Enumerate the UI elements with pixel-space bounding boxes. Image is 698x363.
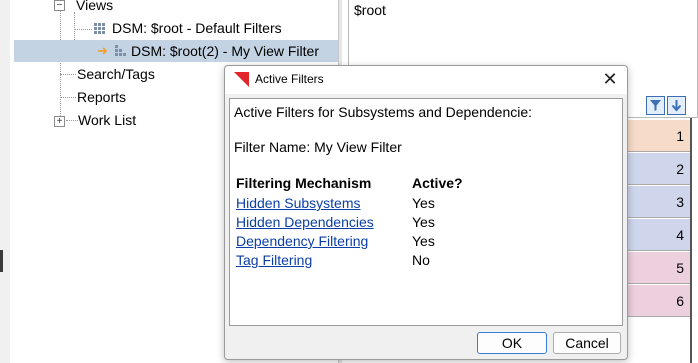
dialog-content: Active Filters for Subsystems and Depend… bbox=[229, 98, 623, 326]
tree-line bbox=[60, 74, 76, 75]
active-value: Yes bbox=[412, 195, 435, 211]
matrix-row-header[interactable]: 4 bbox=[622, 219, 690, 251]
link-hidden-subsystems[interactable]: Hidden Subsystems bbox=[236, 195, 361, 211]
tree-item-label: Views bbox=[76, 0, 114, 13]
matrix-cell-area bbox=[692, 118, 698, 363]
app-logo-icon bbox=[234, 72, 249, 87]
matrix-row-header[interactable]: 5 bbox=[622, 252, 690, 284]
cancel-button[interactable]: Cancel bbox=[553, 332, 621, 354]
column-header-active: Active? bbox=[412, 175, 463, 191]
tree-item-label: Search/Tags bbox=[77, 66, 155, 82]
current-arrow-icon: ➜ bbox=[97, 43, 108, 58]
tree-item-label: Reports bbox=[77, 89, 127, 105]
tree-item-label: Work List bbox=[78, 112, 137, 128]
matrix-row-header[interactable]: 3 bbox=[622, 186, 690, 218]
filter-name-text: Filter Name: My View Filter bbox=[234, 139, 402, 155]
ok-button[interactable]: OK bbox=[477, 332, 547, 354]
matrix-row-header[interactable]: 6 bbox=[622, 285, 690, 317]
tree-item-label: DSM: $root - Default Filters bbox=[112, 20, 282, 36]
dialog-title: Active Filters bbox=[255, 72, 324, 86]
filter-button[interactable] bbox=[646, 96, 665, 115]
dialog-heading: Active Filters for Subsystems and Depend… bbox=[234, 104, 533, 120]
arrow-down-filter-icon bbox=[671, 100, 682, 112]
tree-line bbox=[74, 29, 92, 30]
active-value: No bbox=[412, 252, 430, 268]
tree-item-label: DSM: $root(2) - My View Filter bbox=[131, 43, 319, 59]
matrix-row-header[interactable]: 2 bbox=[622, 153, 690, 185]
root-label: $root bbox=[354, 2, 386, 18]
tree-line bbox=[60, 6, 61, 124]
dsm-filtered-grid-icon bbox=[115, 45, 127, 57]
left-edge-strip bbox=[0, 0, 10, 363]
link-hidden-dependencies[interactable]: Hidden Dependencies bbox=[236, 214, 374, 230]
tree-line bbox=[60, 97, 76, 98]
filter-down-button[interactable] bbox=[667, 96, 686, 115]
filter-toolbar bbox=[646, 96, 688, 116]
dsm-grid-icon bbox=[94, 23, 106, 35]
tree-line bbox=[66, 120, 78, 121]
link-dependency-filtering[interactable]: Dependency Filtering bbox=[236, 233, 368, 249]
edge-marker bbox=[0, 250, 3, 272]
matrix-row-header[interactable]: 1 bbox=[622, 120, 690, 152]
collapse-views-toggle[interactable]: − bbox=[54, 0, 65, 11]
close-icon[interactable]: ✕ bbox=[599, 68, 621, 90]
active-value: Yes bbox=[412, 233, 435, 249]
active-filters-dialog: Active Filters ✕ Active Filters for Subs… bbox=[224, 65, 628, 360]
dialog-titlebar[interactable]: Active Filters ✕ bbox=[225, 66, 627, 94]
active-value: Yes bbox=[412, 214, 435, 230]
column-header-mechanism: Filtering Mechanism bbox=[236, 175, 372, 191]
expand-work-list-toggle[interactable]: + bbox=[54, 116, 65, 127]
link-tag-filtering[interactable]: Tag Filtering bbox=[236, 252, 312, 268]
funnel-icon bbox=[650, 100, 661, 111]
